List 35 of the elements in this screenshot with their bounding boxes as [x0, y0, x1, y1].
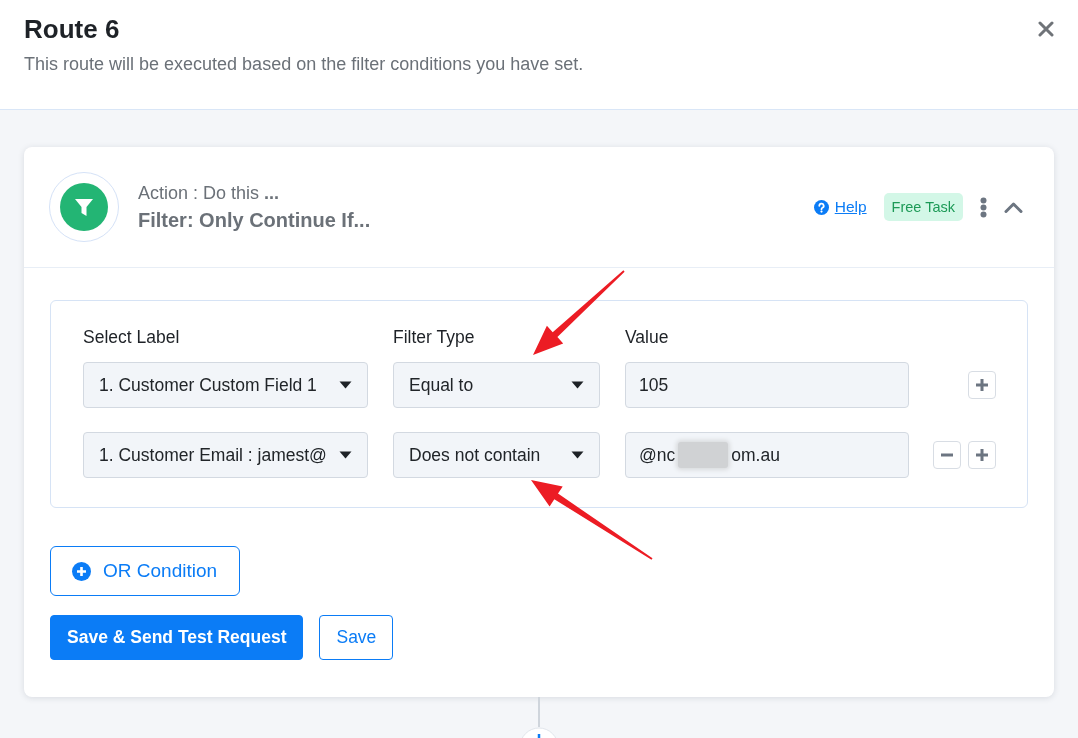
remove-condition-button[interactable]	[933, 441, 961, 469]
value-field[interactable]: @nc om.au	[625, 432, 909, 478]
window-subtitle: This route will be executed based on the filter conditions you have set.	[24, 53, 584, 76]
help-icon	[813, 199, 829, 215]
column-label: Select Label	[83, 326, 181, 349]
close-icon	[1038, 21, 1054, 37]
chevron-up-icon[interactable]	[1004, 201, 1023, 213]
add-condition-button[interactable]	[968, 441, 996, 469]
column-label: Value	[625, 326, 670, 349]
add-condition-button[interactable]	[968, 371, 996, 399]
kebab-menu-icon[interactable]	[980, 196, 987, 218]
caret-icon	[571, 381, 584, 389]
plus-icon	[975, 448, 989, 462]
help-link[interactable]: Help	[813, 195, 867, 219]
caret-icon	[339, 381, 352, 389]
caret-icon	[571, 451, 584, 459]
column-label: Filter Type	[393, 326, 476, 349]
task-badge: Free Task	[883, 193, 963, 221]
label-select[interactable]: 1. Customer Custom Field 1	[83, 362, 368, 408]
step-title: Filter: Only Continue If...	[138, 207, 371, 233]
value-field[interactable]: 105	[625, 362, 909, 408]
or-condition-button[interactable]: OR Condition	[50, 546, 240, 596]
connector-line	[538, 697, 540, 727]
label-select[interactable]: 1. Customer Email : jamest@	[83, 432, 368, 478]
filter-type-select[interactable]: Does not contain	[393, 432, 600, 478]
filter-icon	[49, 172, 119, 242]
plus-icon	[975, 378, 989, 392]
step-caption: Action : Do this ...	[138, 181, 281, 204]
caret-icon	[339, 451, 352, 459]
save-button[interactable]: Save	[319, 615, 394, 660]
filter-type-select[interactable]: Equal to	[393, 362, 600, 408]
save-and-test-button[interactable]: Save & Send Test Request	[50, 615, 304, 660]
plus-circle-icon	[72, 561, 91, 581]
close-button[interactable]	[1038, 21, 1054, 37]
window-title: Route 6	[24, 13, 121, 45]
